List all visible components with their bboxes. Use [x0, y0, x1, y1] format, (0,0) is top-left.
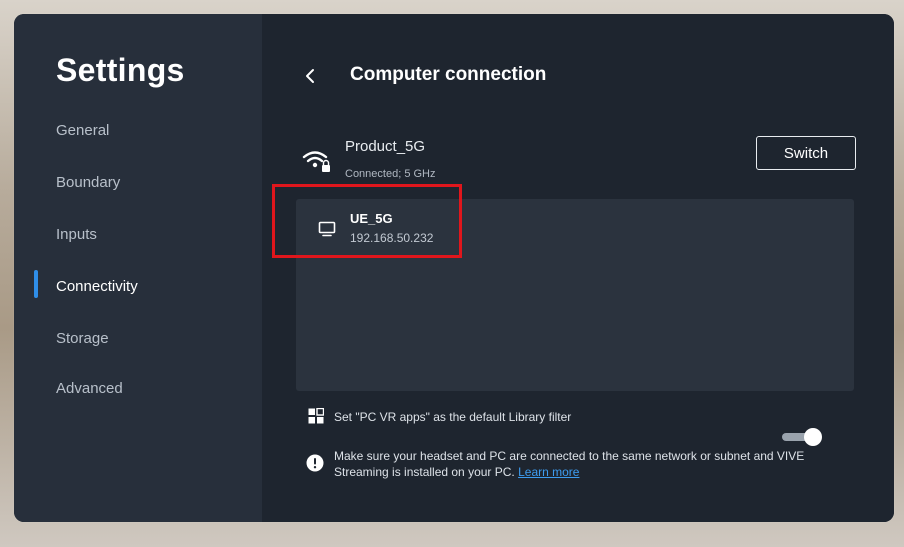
sidebar: Settings General Boundary Inputs Connect… — [14, 14, 262, 522]
device-item[interactable]: UE_5G 192.168.50.232 — [296, 199, 486, 259]
sidebar-item-boundary[interactable]: Boundary — [56, 174, 120, 191]
sidebar-item-connectivity[interactable]: Connectivity — [56, 278, 138, 295]
device-name: UE_5G — [350, 211, 393, 226]
monitor-icon — [318, 221, 336, 237]
wifi-lock-icon — [302, 151, 330, 172]
main-content: Computer connection Product_5G Connected… — [262, 14, 894, 522]
network-name: Product_5G — [345, 138, 426, 155]
info-icon — [306, 454, 324, 472]
sidebar-title: Settings — [56, 52, 185, 88]
device-ip: 192.168.50.232 — [350, 231, 434, 245]
library-filter-label: Set "PC VR apps" as the default Library … — [334, 410, 572, 424]
sidebar-item-general[interactable]: General — [56, 122, 109, 139]
page-title: Computer connection — [350, 64, 547, 85]
learn-more-link[interactable]: Learn more — [518, 465, 579, 479]
grid-icon — [308, 408, 324, 424]
sidebar-item-inputs[interactable]: Inputs — [56, 226, 97, 243]
device-list: UE_5G 192.168.50.232 — [296, 199, 854, 391]
sidebar-item-storage[interactable]: Storage — [56, 330, 109, 347]
active-indicator — [34, 270, 38, 298]
info-text: Make sure your headset and PC are connec… — [334, 448, 834, 480]
settings-window: Settings General Boundary Inputs Connect… — [14, 14, 894, 522]
sidebar-item-advanced[interactable]: Advanced — [56, 380, 123, 397]
switch-button[interactable]: Switch — [756, 136, 856, 170]
chevron-left-icon[interactable] — [302, 66, 320, 86]
library-filter-toggle[interactable] — [780, 428, 824, 446]
network-status: Connected; 5 GHz — [345, 168, 436, 180]
toggle-knob — [804, 428, 822, 446]
